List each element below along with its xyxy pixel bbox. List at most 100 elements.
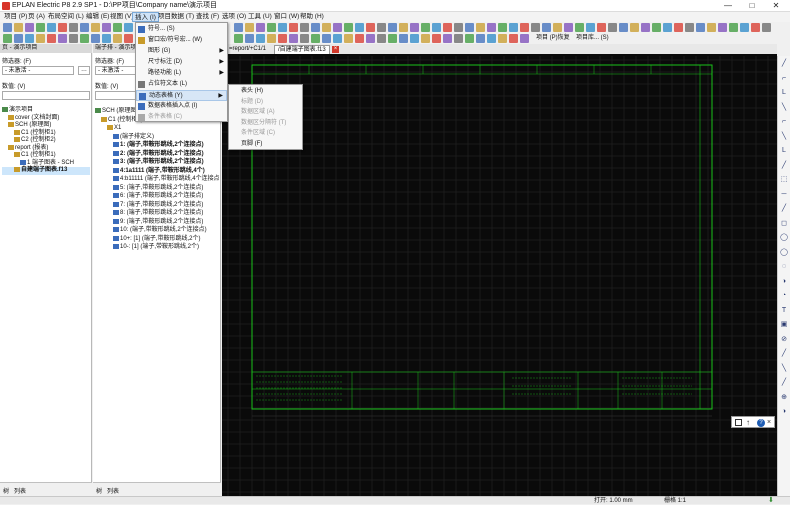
drawing-tool-icon[interactable]: ╱ xyxy=(780,205,788,213)
toolbar-tool-icon[interactable] xyxy=(355,23,364,32)
toolbar-tool-icon[interactable] xyxy=(564,23,573,32)
tree-item[interactable]: X1 xyxy=(95,124,219,133)
menu-item-path-function[interactable]: 路径功能 (L) ▶ xyxy=(136,68,227,79)
toolbar-tool-icon[interactable] xyxy=(553,23,562,32)
toolbar-tool-icon[interactable] xyxy=(311,34,320,43)
toolbar-tool-icon[interactable] xyxy=(410,23,419,32)
toolbar-tool-icon[interactable] xyxy=(399,34,408,43)
toolbar-tool-icon[interactable] xyxy=(36,23,45,32)
submenu-item-data-separator[interactable]: 数据区分隔符 (T) xyxy=(229,118,302,128)
menu-page[interactable]: 页 (A) xyxy=(26,12,47,22)
toolbar-tool-icon[interactable] xyxy=(113,34,122,43)
toolbar-tool-icon[interactable] xyxy=(498,34,507,43)
toolbar-tool-icon[interactable] xyxy=(509,23,518,32)
toolbar-tool-icon[interactable] xyxy=(47,23,56,32)
toolbar-tool-icon[interactable] xyxy=(652,23,661,32)
tree-item[interactable]: 5: (端子,带鞍形跳线,2个连接点) xyxy=(95,184,219,193)
drawing-tool-icon[interactable]: ╱ xyxy=(780,162,788,170)
drawing-tool-icon[interactable]: ⌐ xyxy=(780,118,788,126)
toolbar-tool-icon[interactable] xyxy=(619,23,628,32)
menu-item-data-table-insert-point[interactable]: 数据表格插入点 (I) xyxy=(136,101,227,112)
drawing-tool-icon[interactable]: ╲ xyxy=(780,365,788,373)
submenu-item-footer[interactable]: 页脚 (F) xyxy=(229,139,302,149)
toolbar-tool-icon[interactable] xyxy=(333,34,342,43)
tree-item[interactable]: 10: (端子,带鞍形跳线,2个连接点) xyxy=(95,226,219,235)
toolbar-tool-icon[interactable] xyxy=(630,23,639,32)
menu-tools[interactable]: 工具 (U) xyxy=(246,12,274,22)
toolbar-tool-icon[interactable] xyxy=(509,34,518,43)
toolbar-tool-icon[interactable] xyxy=(3,34,12,43)
toolbar-tool-icon[interactable] xyxy=(432,34,441,43)
toolbar-tool-icon[interactable] xyxy=(80,34,89,43)
tab-terminal-form[interactable]: /自建端子图表.f13 xyxy=(274,45,330,54)
toolbar-tool-icon[interactable] xyxy=(377,23,386,32)
drawing-tool-icon[interactable]: ◯ xyxy=(780,249,788,257)
toolbar-tool-icon[interactable] xyxy=(641,23,650,32)
menu-insert[interactable]: 插入 (I) xyxy=(132,12,159,22)
toolbar-tool-icon[interactable] xyxy=(267,34,276,43)
menu-item-conditional-table[interactable]: 条件表格 (C) xyxy=(136,112,227,123)
drawing-tool-icon[interactable]: ◌ xyxy=(780,263,788,271)
toolbar-tool-icon[interactable] xyxy=(58,23,67,32)
toolbar-tool-icon[interactable] xyxy=(454,34,463,43)
toolbar-tool-icon[interactable] xyxy=(663,23,672,32)
toolbar-tool-icon[interactable] xyxy=(498,23,507,32)
pin-icon[interactable]: ↑ xyxy=(746,418,750,427)
drawing-tool-icon[interactable]: ╱ xyxy=(780,60,788,68)
menu-find[interactable]: 查找 (F) xyxy=(194,12,221,22)
toolbar-tool-icon[interactable] xyxy=(729,23,738,32)
toolbar-tool-icon[interactable] xyxy=(14,34,23,43)
drawing-tool-icon[interactable]: ⊕ xyxy=(780,394,788,402)
drawing-canvas[interactable] xyxy=(222,44,777,496)
toolbar-tool-icon[interactable] xyxy=(465,23,474,32)
toolbar-tool-icon[interactable] xyxy=(278,23,287,32)
filter-select[interactable]: - 未激活 - xyxy=(2,66,74,75)
tree-item[interactable]: 10+: [1] (端子,带鞍形跳线,2个) xyxy=(95,235,219,244)
toolbar-tool-icon[interactable] xyxy=(377,34,386,43)
toolbar-tool-icon[interactable] xyxy=(256,23,265,32)
tree-item[interactable]: 4:b11111 (端子,带鞍形跳线,4个连接点) xyxy=(95,175,219,184)
toolbar-tool-icon[interactable] xyxy=(289,23,298,32)
menu-item-dimension[interactable]: 尺寸标注 (D) ▶ xyxy=(136,57,227,68)
menu-help[interactable]: 帮助 (H) xyxy=(298,12,326,22)
tree-tab[interactable]: 树 xyxy=(96,486,102,495)
toolbar-tool-icon[interactable] xyxy=(333,23,342,32)
menu-layout[interactable]: 布局空间 (L) xyxy=(46,12,86,22)
menu-item-graphics[interactable]: 图形 (G) ▶ xyxy=(136,46,227,57)
toolbar-tool-icon[interactable] xyxy=(25,34,34,43)
toolbar-tool-icon[interactable] xyxy=(256,34,265,43)
toolbar-tool-icon[interactable] xyxy=(696,23,705,32)
drawing-tool-icon[interactable]: ◯ xyxy=(780,234,788,242)
submenu-item-title[interactable]: 标题 (D) xyxy=(229,97,302,107)
drawing-tool-icon[interactable]: ⌐ xyxy=(780,75,788,83)
minimize-button[interactable]: — xyxy=(716,0,740,12)
tree-item[interactable]: SCH (原理图) xyxy=(2,122,90,130)
toolbar-tool-icon[interactable] xyxy=(80,23,89,32)
toolbar-tool-icon[interactable] xyxy=(443,23,452,32)
toolbar-tool-icon[interactable] xyxy=(410,34,419,43)
tree-item[interactable]: 自建端子图表.f13 xyxy=(2,167,90,175)
tree-item[interactable]: C1 (控制柜1) xyxy=(2,152,90,160)
tree-item[interactable]: (端子排定义) xyxy=(95,133,219,142)
toolbar-tool-icon[interactable] xyxy=(322,34,331,43)
toolbar-tool-icon[interactable] xyxy=(69,23,78,32)
tree-item[interactable]: C2 (控制柜2) xyxy=(2,137,90,145)
toolbar-tool-icon[interactable] xyxy=(58,34,67,43)
drawing-tool-icon[interactable]: ◻ xyxy=(780,220,788,228)
toolbar-tool-icon[interactable] xyxy=(102,23,111,32)
toolbar-tool-icon[interactable] xyxy=(344,23,353,32)
toolbar-tool-icon[interactable] xyxy=(487,34,496,43)
toolbar-tool-icon[interactable] xyxy=(91,23,100,32)
toolbar-tool-icon[interactable] xyxy=(707,23,716,32)
tree-item[interactable]: 2: (端子,带鞍形跳线,2个连接点) xyxy=(95,150,219,159)
toolbar-tool-icon[interactable] xyxy=(278,34,287,43)
toolbar-tool-icon[interactable] xyxy=(300,23,309,32)
toolbar-tool-icon[interactable] xyxy=(366,34,375,43)
toolbar-tool-icon[interactable] xyxy=(476,23,485,32)
close-icon[interactable]: × xyxy=(767,418,771,427)
toolbar-tool-icon[interactable] xyxy=(520,34,529,43)
tree-item[interactable]: 8: (端子,带鞍形跳线,2个连接点) xyxy=(95,209,219,218)
toolbar-tool-icon[interactable] xyxy=(36,34,45,43)
help-icon[interactable]: ? xyxy=(757,419,765,427)
tree-item[interactable]: 3: (端子,带鞍形跳线,2个连接点) xyxy=(95,158,219,167)
